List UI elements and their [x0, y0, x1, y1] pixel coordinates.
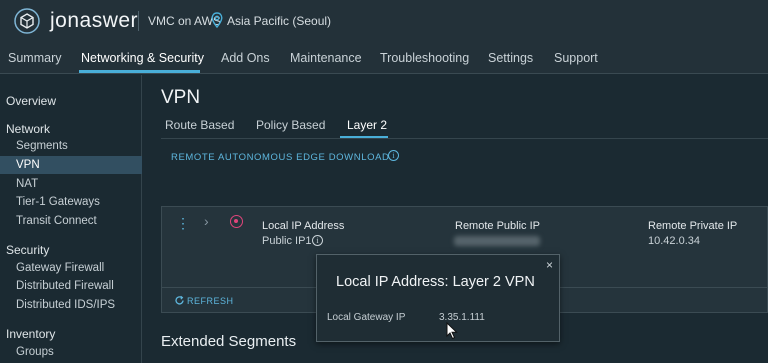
col-remote-public-ip-header: Remote Public IP — [455, 220, 540, 232]
more-actions-icon[interactable]: ⋮ — [176, 215, 190, 232]
local-ip-popover: × Local IP Address: Layer 2 VPN Local Ga… — [316, 254, 560, 342]
refresh-button[interactable]: REFRESH — [174, 295, 234, 306]
subtab-policy-based[interactable]: Policy Based — [256, 118, 325, 132]
refresh-label: REFRESH — [187, 296, 234, 306]
org-brand-name: jonaswer — [50, 9, 139, 32]
refresh-icon — [175, 295, 184, 305]
col-remote-private-ip-value: 10.42.0.34 — [648, 235, 700, 247]
header-divider — [138, 11, 139, 31]
sidebar-item-vpn[interactable]: VPN — [0, 156, 142, 174]
tab-support[interactable]: Support — [554, 51, 598, 65]
subtab-divider — [161, 138, 768, 139]
sidebar-item-groups[interactable]: Groups — [0, 343, 142, 361]
sidebar-section-inventory: Inventory — [6, 327, 56, 341]
sidebar-item-distributed-ids-ips[interactable]: Distributed IDS/IPS — [0, 296, 142, 314]
sidebar-section-security: Security — [6, 243, 50, 257]
main-nav: Summary Networking & Security Add Ons Ma… — [0, 42, 768, 74]
org-name: VMC on AWS — [148, 14, 221, 28]
info-icon[interactable]: i — [388, 150, 399, 161]
active-subtab-underline — [340, 136, 388, 138]
tab-summary[interactable]: Summary — [8, 51, 61, 65]
region-label[interactable]: Asia Pacific (Seoul) — [227, 14, 331, 28]
tab-networking-security[interactable]: Networking & Security — [81, 51, 204, 65]
local-ip-info-icon[interactable]: i — [312, 235, 323, 246]
map-pin-icon — [211, 12, 223, 28]
sidebar-item-tier1-gateways[interactable]: Tier-1 Gateways — [0, 193, 142, 211]
col-local-ip-header: Local IP Address — [262, 220, 345, 232]
tab-maintenance[interactable]: Maintenance — [290, 51, 362, 65]
page-title: VPN — [161, 87, 201, 108]
sidebar-section-network: Network — [6, 122, 51, 136]
tab-add-ons[interactable]: Add Ons — [221, 51, 270, 65]
subtab-layer-2[interactable]: Layer 2 — [347, 118, 387, 132]
close-icon[interactable]: × — [546, 258, 553, 272]
vpn-status-icon — [230, 215, 243, 228]
sidebar-item-segments[interactable]: Segments — [0, 137, 142, 155]
remote-edge-download-link[interactable]: REMOTE AUTONOMOUS EDGE DOWNLOAD — [171, 152, 389, 163]
sidebar-item-overview[interactable]: Overview — [6, 94, 56, 108]
subtab-route-based[interactable]: Route Based — [165, 118, 234, 132]
popover-title: Local IP Address: Layer 2 VPN — [336, 274, 535, 290]
redacted-remote-public-ip — [454, 236, 540, 246]
sidebar-item-nat[interactable]: NAT — [0, 175, 142, 193]
tab-troubleshooting[interactable]: Troubleshooting — [380, 51, 469, 65]
mouse-cursor-icon — [446, 322, 458, 340]
col-local-ip-value: Public IP1 — [262, 235, 312, 247]
sidebar-item-distributed-firewall[interactable]: Distributed Firewall — [0, 277, 142, 295]
top-header: jonaswer VMC on AWS Asia Pacific (Seoul) — [0, 0, 768, 42]
active-tab-underline — [79, 70, 200, 73]
vmc-cube-icon[interactable] — [14, 8, 40, 34]
sidebar-item-transit-connect[interactable]: Transit Connect — [0, 212, 142, 230]
sidebar-item-gateway-firewall[interactable]: Gateway Firewall — [0, 259, 142, 277]
extended-segments-heading: Extended Segments — [161, 333, 297, 350]
col-remote-private-ip-header: Remote Private IP — [648, 220, 738, 232]
local-gateway-ip-label: Local Gateway IP — [327, 312, 406, 323]
sidebar: Overview Network Segments VPN NAT Tier-1… — [0, 75, 142, 363]
tab-settings[interactable]: Settings — [488, 51, 533, 65]
chevron-right-icon[interactable]: › — [204, 213, 209, 229]
